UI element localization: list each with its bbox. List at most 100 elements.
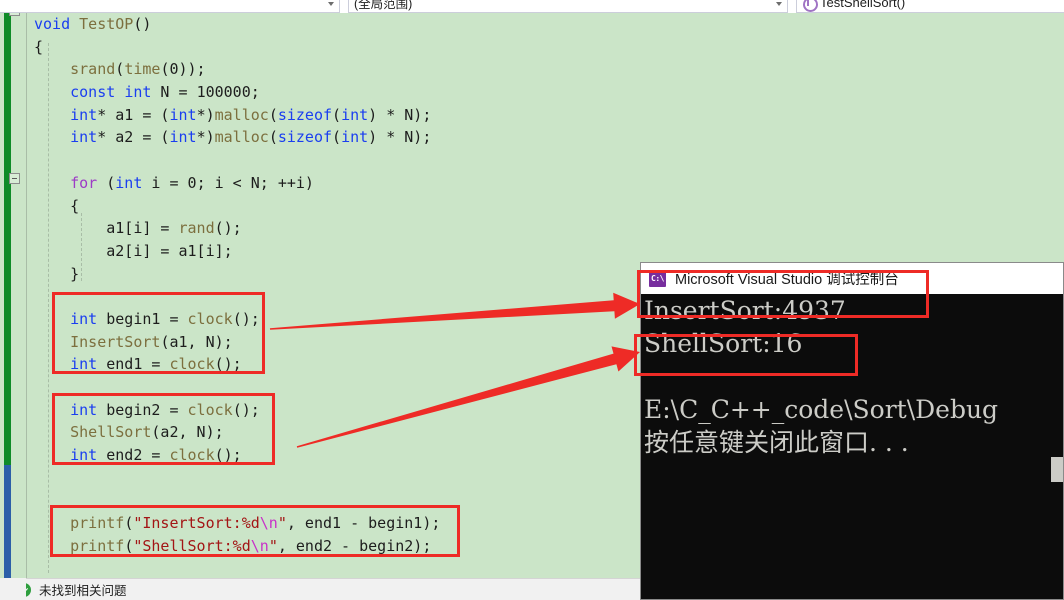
code-token: begin2 = [97, 400, 188, 419]
code-token: int [70, 128, 98, 147]
code-token: *) [196, 128, 215, 147]
console-title-bar[interactable]: C:\ Microsoft Visual Studio 调试控制台 [641, 263, 1063, 294]
code-token: int [341, 105, 369, 124]
code-line: { [30, 36, 1064, 59]
code-token: printf [70, 536, 125, 555]
code-token: )); [178, 60, 206, 79]
code-token: end2 = [97, 446, 170, 465]
member-dropdown[interactable]: TestShellSort() [796, 0, 1064, 13]
code-token: (); [232, 309, 260, 328]
scope-dropdown[interactable]: (全局范围) [348, 0, 788, 13]
code-token: int [70, 309, 98, 328]
console-title-label: Microsoft Visual Studio 调试控制台 [675, 272, 899, 288]
code-token: N = [151, 83, 197, 102]
code-line: a1[i] = rand(); [30, 217, 1064, 240]
code-token: begin1 = [97, 309, 188, 328]
code-token: * a1 = ( [97, 105, 170, 124]
code-token: ( [115, 60, 125, 79]
code-token: \n [259, 514, 278, 533]
code-token: ; [250, 83, 260, 102]
code-token: (a1, N); [160, 332, 233, 351]
chevron-down-icon [328, 1, 334, 6]
code-token: (a2, N); [151, 423, 224, 442]
console-output: InsertSort:4937 ShellSort:16 E:\C_C++_cod… [641, 294, 1063, 599]
gutter-separator [26, 13, 27, 578]
project-dropdown[interactable] [0, 0, 340, 13]
code-token: () [133, 15, 152, 33]
code-token: ( [124, 536, 134, 555]
console-cursor [1051, 457, 1063, 482]
code-token: printf [70, 514, 125, 533]
code-token: , end2 - begin2); [277, 536, 432, 555]
code-token: int [115, 173, 143, 192]
code-token: clock [187, 309, 233, 328]
code-token: 100000 [196, 83, 251, 102]
fold-marker-for-loop[interactable] [9, 173, 20, 184]
code-token: " [268, 536, 278, 555]
code-token: TestOP [79, 15, 134, 33]
code-token: (); [214, 446, 242, 465]
code-token: clock [187, 400, 233, 419]
code-token: ( [268, 128, 278, 147]
code-token: sizeof [277, 105, 333, 124]
change-bar-saved [4, 465, 11, 578]
code-token: (); [232, 400, 260, 419]
code-token: ) * N); [368, 105, 432, 124]
debug-console-window[interactable]: C:\ Microsoft Visual Studio 调试控制台 Insert… [640, 262, 1064, 600]
code-line: { [30, 195, 1064, 218]
code-line: int* a1 = (int*)malloc(sizeof(int) * N); [30, 104, 1064, 127]
code-token: * a2 = ( [97, 128, 170, 147]
member-dropdown-label: TestShellSort() [820, 0, 906, 10]
code-token: a2[i] = a1[i]; [106, 241, 233, 260]
code-token: " [277, 514, 287, 533]
code-line: a2[i] = a1[i]; [30, 240, 1064, 263]
fold-marker-function[interactable] [9, 13, 20, 16]
navigation-bar: (全局范围) TestShellSort() [0, 0, 1064, 13]
console-app-icon: C:\ [649, 270, 666, 287]
code-token: int [169, 105, 197, 124]
code-token: malloc [214, 128, 269, 147]
code-token: srand [70, 60, 116, 79]
code-token: (); [214, 355, 242, 374]
code-token: ( [97, 173, 116, 192]
code-token: ) * N); [368, 128, 432, 147]
console-line: E:\C_C++_code\Sort\Debug [644, 395, 999, 424]
visual-studio-window: (全局范围) TestShellSort() void TestOP(){ sr… [0, 0, 1064, 600]
console-line: ShellSort:16 [644, 329, 803, 358]
code-token: int [341, 128, 369, 147]
code-line: const int N = 100000; [30, 81, 1064, 104]
console-line: InsertSort:4937 [644, 296, 846, 325]
code-token: (); [214, 219, 242, 238]
console-line: 按任意键关闭此窗口. . . [644, 428, 909, 457]
code-token: clock [169, 446, 215, 465]
code-token: rand [178, 219, 215, 238]
code-token: int [70, 105, 98, 124]
code-token: int [70, 446, 98, 465]
code-token: malloc [214, 105, 269, 124]
code-token: end1 = [97, 355, 170, 374]
code-token: 0 [187, 173, 197, 192]
code-token: clock [169, 355, 215, 374]
code-token: { [34, 37, 44, 56]
code-token: ( [332, 128, 342, 147]
code-token: "ShellSort:%d [133, 536, 251, 555]
code-token: void [34, 15, 80, 33]
status-bar: 未找到相关问题 [0, 578, 640, 600]
code-token: 0 [169, 60, 179, 79]
code-token: time [124, 60, 161, 79]
code-line: int* a2 = (int*)malloc(sizeof(int) * N); [30, 126, 1064, 149]
code-token: i = [142, 173, 188, 192]
code-token: { [70, 196, 80, 215]
status-bar-message: 未找到相关问题 [39, 584, 127, 598]
code-token: ; i < N; ++i) [196, 173, 314, 192]
code-token: ShellSort [70, 423, 152, 442]
code-token: for [70, 173, 98, 192]
code-token: \n [250, 536, 269, 555]
code-line: srand(time(0)); [30, 58, 1064, 81]
code-token: a1[i] = [106, 219, 179, 238]
code-line: void TestOP() [30, 13, 1064, 36]
code-token: ( [332, 105, 342, 124]
